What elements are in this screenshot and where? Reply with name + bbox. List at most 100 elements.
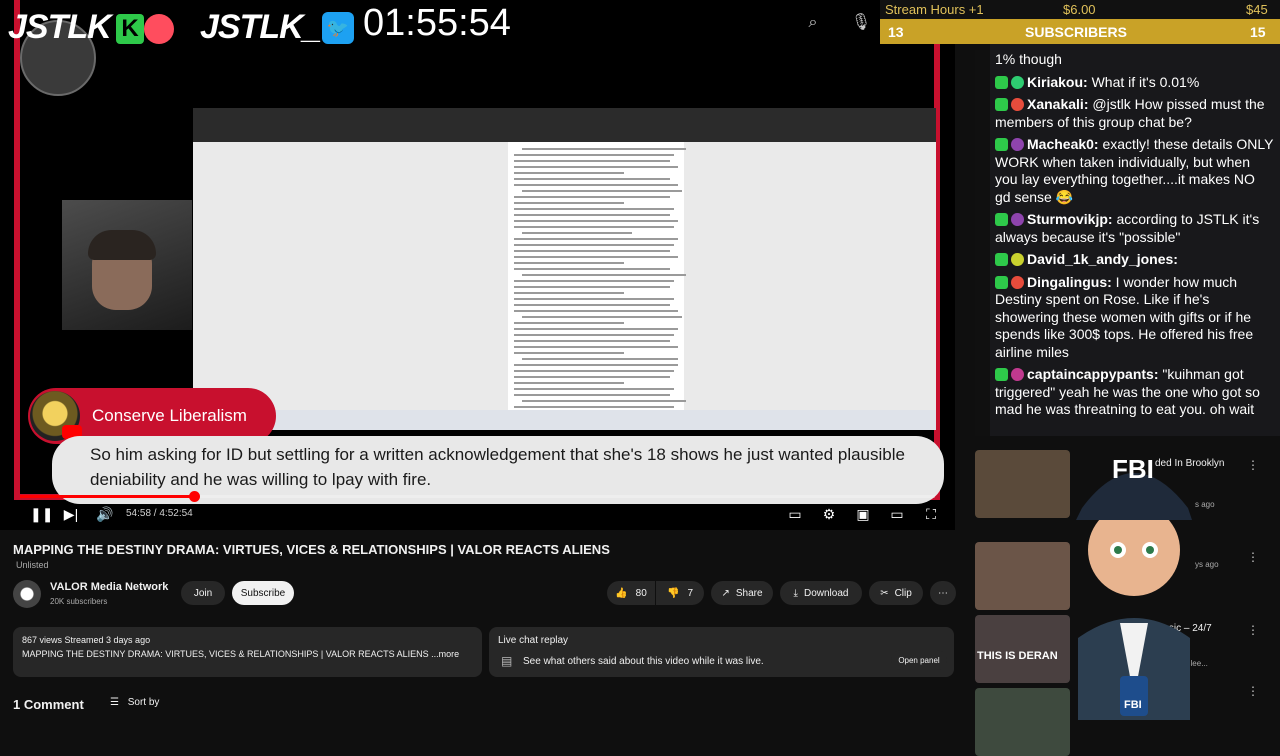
like-button[interactable]: 👍 80 (607, 581, 655, 605)
chat-text: 1% though (995, 51, 1062, 67)
volume-icon[interactable]: 🔊 (96, 505, 114, 523)
thumbs-up-icon: 👍 (615, 587, 628, 599)
document-text-line (514, 298, 674, 300)
clip-button[interactable]: ✂ Clip (869, 581, 923, 605)
chat-username[interactable]: David_1k_andy_jones: (1027, 251, 1178, 267)
subs-label: SUBSCRIBERS (1025, 24, 1127, 40)
thumbnail-text: EXPOSED (977, 450, 1030, 451)
download-button[interactable]: ⤓ Download (780, 581, 862, 605)
jstlk-twitter-text: JSTLK_ (200, 8, 322, 46)
chat-username[interactable]: Kiriakou: (1027, 74, 1088, 90)
document-text-line (514, 226, 674, 228)
more-actions-button[interactable]: ⋯ (930, 581, 956, 605)
thumbs-down-icon: 👎 (666, 587, 680, 599)
chat-username[interactable]: Xanakali: (1027, 96, 1088, 112)
document-text-line (514, 184, 678, 186)
kick-badge-icon (995, 75, 1008, 89)
document-text-line (514, 250, 670, 252)
document-text-line (514, 364, 678, 366)
progress-bar[interactable] (20, 491, 935, 502)
document-text-line (514, 280, 674, 282)
chat-message: David_1k_andy_jones: (990, 250, 1280, 269)
unlisted-badge: Unlisted (16, 560, 49, 570)
document-text-line (514, 346, 678, 348)
video-player[interactable]: Conserve Liberalism So him asking for ID… (0, 0, 955, 530)
streamer-hair (88, 230, 156, 260)
chat-username[interactable]: captaincappypants: (1027, 366, 1158, 382)
kebab-menu-icon[interactable]: ⋮ (1247, 550, 1259, 564)
chat-message: Macheak0: exactly! these details ONLY WO… (990, 135, 1280, 206)
description-text: MAPPING THE DESTINY DRAMA: VIRTUES, VICE… (22, 649, 459, 659)
user-badge-icon (1011, 213, 1024, 226)
legal-document (508, 142, 686, 412)
subs-goal: 15 (1250, 24, 1266, 40)
document-text-line (522, 316, 682, 318)
document-text-line (514, 256, 678, 258)
more-link[interactable]: ...more (431, 649, 459, 659)
download-icon: ⤓ (793, 587, 798, 599)
chat-username[interactable]: Dingalingus: (1027, 274, 1112, 290)
stream-clock: 01:55:54 (363, 2, 511, 44)
channel-badge-avatar (30, 391, 82, 441)
browser-toolbar (193, 108, 936, 142)
kick-badge-icon (995, 275, 1008, 289)
kebab-menu-icon[interactable]: ⋮ (1247, 623, 1259, 637)
document-text-line (522, 274, 686, 276)
document-text-line (514, 304, 670, 306)
webcam-feed (62, 200, 192, 330)
sort-by-button[interactable]: ☰ Sort by (110, 697, 159, 708)
live-record-icon (144, 14, 174, 44)
search-icon[interactable]: ⌕ (800, 10, 826, 36)
miniplayer-icon[interactable]: ▣ (854, 505, 872, 523)
document-text-line (522, 232, 632, 234)
document-text-line (522, 400, 686, 402)
share-icon: ↗ (721, 587, 730, 599)
microphone-icon[interactable]: 🎙 (850, 10, 872, 36)
progress-scrubber[interactable] (188, 491, 200, 502)
settings-gear-icon[interactable]: ⚙ (820, 505, 838, 523)
kick-badge-icon (995, 138, 1008, 151)
document-text-line (514, 382, 624, 384)
user-badge-icon (1011, 98, 1024, 111)
open-panel-button[interactable]: Open panel (891, 650, 947, 670)
jstlk-logo-text: JSTLK (8, 8, 112, 46)
live-chat-replay-box: Live chat replay ▤ See what others said … (489, 627, 954, 677)
document-text-line (514, 196, 670, 198)
kick-badge-icon (995, 253, 1008, 266)
stream-hours-label: Stream Hours +1 (885, 2, 984, 17)
kebab-menu-icon[interactable]: ⋮ (1247, 458, 1259, 472)
share-button[interactable]: ↗ Share (711, 581, 773, 605)
chat-side-strip (975, 50, 990, 436)
fullscreen-icon[interactable]: ⛶ (922, 505, 940, 523)
document-text-line (514, 310, 678, 312)
theater-mode-icon[interactable]: ▭ (888, 505, 906, 523)
kick-badge-icon (995, 98, 1008, 111)
thumbnail-text: THIS IS DERAN (977, 650, 1058, 662)
next-icon[interactable]: ▶| (62, 505, 80, 523)
document-text-line (522, 148, 686, 150)
chat-username[interactable]: Sturmovikjp: (1027, 211, 1113, 227)
join-button[interactable]: Join (181, 581, 225, 605)
kebab-menu-icon[interactable]: ⋮ (1247, 684, 1259, 698)
kick-badge-icon (995, 213, 1008, 226)
dislike-button[interactable]: 👎 7 (656, 581, 704, 605)
document-text-line (514, 352, 624, 354)
recommendation-thumbnail[interactable]: EXPOSED10:51 (975, 450, 1070, 518)
document-text-line (514, 244, 674, 246)
description-body: MAPPING THE DESTINY DRAMA: VIRTUES, VICE… (22, 649, 429, 659)
recommendation-thumbnail[interactable]: THIS IS DERAN (975, 615, 1070, 683)
pause-icon[interactable]: ❚❚ (30, 505, 53, 523)
channel-avatar[interactable] (13, 580, 41, 608)
description-box[interactable]: 867 views Streamed 3 days ago MAPPING TH… (13, 627, 482, 677)
kick-badge-icon (995, 368, 1008, 381)
video-title: MAPPING THE DESTINY DRAMA: VIRTUES, VICE… (13, 542, 610, 557)
chat-username[interactable]: Macheak0: (1027, 136, 1099, 152)
document-text-line (514, 178, 670, 180)
captions-icon[interactable]: ▭ (786, 505, 804, 523)
subscribe-button[interactable]: Subscribe (232, 581, 294, 605)
live-replay-title: Live chat replay (498, 635, 569, 646)
document-text-line (514, 214, 670, 216)
channel-name[interactable]: VALOR Media Network (50, 581, 168, 593)
recommendation-thumbnail[interactable] (975, 542, 1070, 610)
recommendation-thumbnail[interactable] (975, 688, 1070, 756)
